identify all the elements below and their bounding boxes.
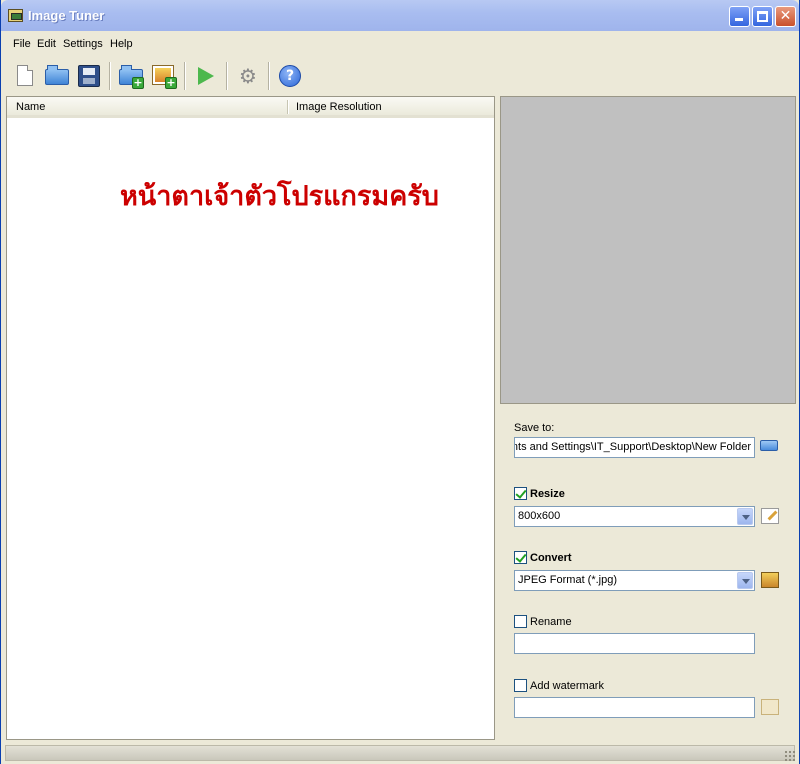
menu-help[interactable]: Help xyxy=(110,38,133,50)
overlay-caption: หน้าตาเจ้าตัวโปรแกรมครับ xyxy=(120,181,439,212)
close-icon: ✕ xyxy=(779,8,792,24)
menu-file[interactable]: File xyxy=(13,38,31,50)
open-folder-button[interactable] xyxy=(44,63,70,89)
chevron-down-icon[interactable] xyxy=(737,508,753,525)
save-button[interactable] xyxy=(76,63,102,89)
help-icon: ? xyxy=(279,65,301,87)
column-name[interactable]: Name xyxy=(16,101,45,113)
minimize-button[interactable] xyxy=(729,6,750,27)
convert-options-icon[interactable] xyxy=(761,572,779,588)
toolbar-separator xyxy=(184,62,186,90)
menu-settings[interactable]: Settings xyxy=(63,38,103,50)
add-folder-button[interactable]: + xyxy=(118,63,144,89)
window-title: Image Tuner xyxy=(28,8,105,23)
new-file-icon xyxy=(17,65,33,86)
resize-checkbox[interactable] xyxy=(514,487,527,500)
open-folder-icon xyxy=(45,65,69,85)
maximize-icon xyxy=(757,11,768,22)
convert-checkbox[interactable] xyxy=(514,551,527,564)
chevron-down-icon[interactable] xyxy=(737,572,753,589)
new-file-button[interactable] xyxy=(12,63,38,89)
watermark-field[interactable] xyxy=(514,697,755,718)
status-bar xyxy=(1,743,799,764)
edit-size-icon[interactable] xyxy=(761,508,779,524)
resize-value: 800x600 xyxy=(518,510,561,522)
app-window: Image Tuner ✕ File Edit Settings Help + … xyxy=(0,0,800,764)
maximize-button[interactable] xyxy=(752,6,773,27)
convert-select[interactable]: JPEG Format (*.jpg) xyxy=(514,570,755,591)
rename-checkbox[interactable] xyxy=(514,615,527,628)
add-image-button[interactable]: + xyxy=(151,63,177,89)
toolbar-separator xyxy=(268,62,270,90)
minimize-icon xyxy=(735,18,743,21)
status-panel xyxy=(5,745,795,761)
watermark-checkbox[interactable] xyxy=(514,679,527,692)
toolbar: + + ⚙ ? xyxy=(1,55,799,95)
save-to-label: Save to: xyxy=(514,422,555,434)
column-separator[interactable] xyxy=(287,100,289,114)
menu-edit[interactable]: Edit xyxy=(37,38,56,50)
toolbar-separator xyxy=(109,62,111,90)
rename-field[interactable] xyxy=(514,633,755,654)
run-button[interactable] xyxy=(192,63,218,89)
watermark-icon[interactable] xyxy=(761,699,779,715)
help-button[interactable]: ? xyxy=(277,63,303,89)
watermark-label[interactable]: Add watermark xyxy=(530,680,604,692)
resize-label[interactable]: Resize xyxy=(530,488,565,500)
plus-icon: + xyxy=(132,76,144,89)
run-icon xyxy=(198,67,214,85)
toolbar-separator xyxy=(226,62,228,90)
convert-label[interactable]: Convert xyxy=(530,552,572,564)
resize-grip-icon[interactable] xyxy=(784,750,795,761)
convert-value: JPEG Format (*.jpg) xyxy=(518,574,618,586)
app-icon xyxy=(8,9,23,22)
save-to-value: C:\Documents and Settings\IT_Support\Des… xyxy=(515,441,751,453)
title-bar[interactable]: Image Tuner ✕ xyxy=(1,0,799,31)
rename-label[interactable]: Rename xyxy=(530,616,572,628)
save-to-field[interactable]: C:\Documents and Settings\IT_Support\Des… xyxy=(514,437,755,458)
menu-bar: File Edit Settings Help xyxy=(1,31,799,55)
list-header: Name Image Resolution xyxy=(7,97,494,118)
settings-button[interactable]: ⚙ xyxy=(235,63,261,89)
close-button[interactable]: ✕ xyxy=(775,6,796,27)
file-list[interactable]: Name Image Resolution หน้าตาเจ้าตัวโปรแก… xyxy=(6,96,495,740)
plus-icon: + xyxy=(165,76,177,89)
save-icon xyxy=(78,65,100,87)
settings-gear-icon: ⚙ xyxy=(239,64,257,88)
resize-select[interactable]: 800x600 xyxy=(514,506,755,527)
column-image-resolution[interactable]: Image Resolution xyxy=(296,101,382,113)
image-preview xyxy=(500,96,796,404)
browse-folder-icon[interactable] xyxy=(760,440,778,451)
